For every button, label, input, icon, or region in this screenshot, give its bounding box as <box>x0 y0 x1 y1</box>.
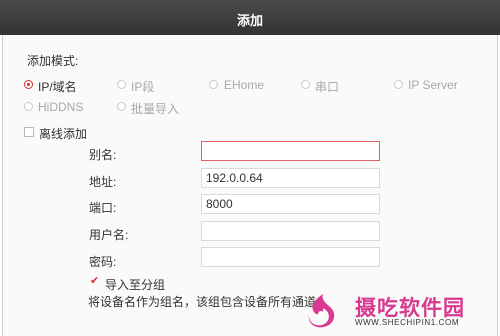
checkbox-icon <box>24 127 34 137</box>
mode-option-label: 批量导入 <box>131 102 180 116</box>
radio-icon <box>394 80 403 89</box>
password-label: 密码: <box>89 255 117 269</box>
radio-icon <box>301 80 310 89</box>
mode-option-label: 串口 <box>315 80 340 94</box>
import-to-group-label: 导入至分组 <box>105 278 166 292</box>
radio-icon <box>117 80 126 89</box>
radio-icon <box>209 80 218 89</box>
alias-label: 别名: <box>89 148 117 162</box>
mode-option-label: IP段 <box>131 80 155 94</box>
username-label: 用户名: <box>89 228 129 242</box>
mode-option-label: IP Server <box>408 78 458 92</box>
port-label: 端口: <box>89 201 117 215</box>
group-note: 将设备名作为组名，该组包含设备所有通道。 <box>88 295 329 309</box>
mode-option-label: IP/域名 <box>38 80 77 94</box>
port-field[interactable] <box>201 194 380 214</box>
watermark-url: WWW.SHECHIPIN1.COM <box>355 318 460 327</box>
watermark-logo-icon <box>308 294 335 328</box>
dialog-title: 添加 <box>236 13 263 28</box>
checkmark-icon: ✔ <box>90 275 100 287</box>
offline-add-label: 离线添加 <box>39 127 88 141</box>
radio-selected-icon <box>24 80 33 89</box>
address-label: 地址: <box>89 175 117 189</box>
site-watermark: 摄吃软件园 WWW.SHECHIPIN1.COM <box>303 290 493 332</box>
alias-field[interactable] <box>201 141 380 161</box>
dialog-titlebar: 添加 <box>0 0 500 35</box>
password-field[interactable] <box>201 247 380 267</box>
username-field[interactable] <box>201 221 380 241</box>
mode-option-label: EHome <box>224 78 265 92</box>
radio-icon <box>117 102 126 111</box>
mode-option-label: HiDDNS <box>38 100 84 114</box>
add-mode-label: 添加模式: <box>27 54 79 68</box>
address-field[interactable] <box>201 168 380 188</box>
radio-icon <box>24 102 33 111</box>
